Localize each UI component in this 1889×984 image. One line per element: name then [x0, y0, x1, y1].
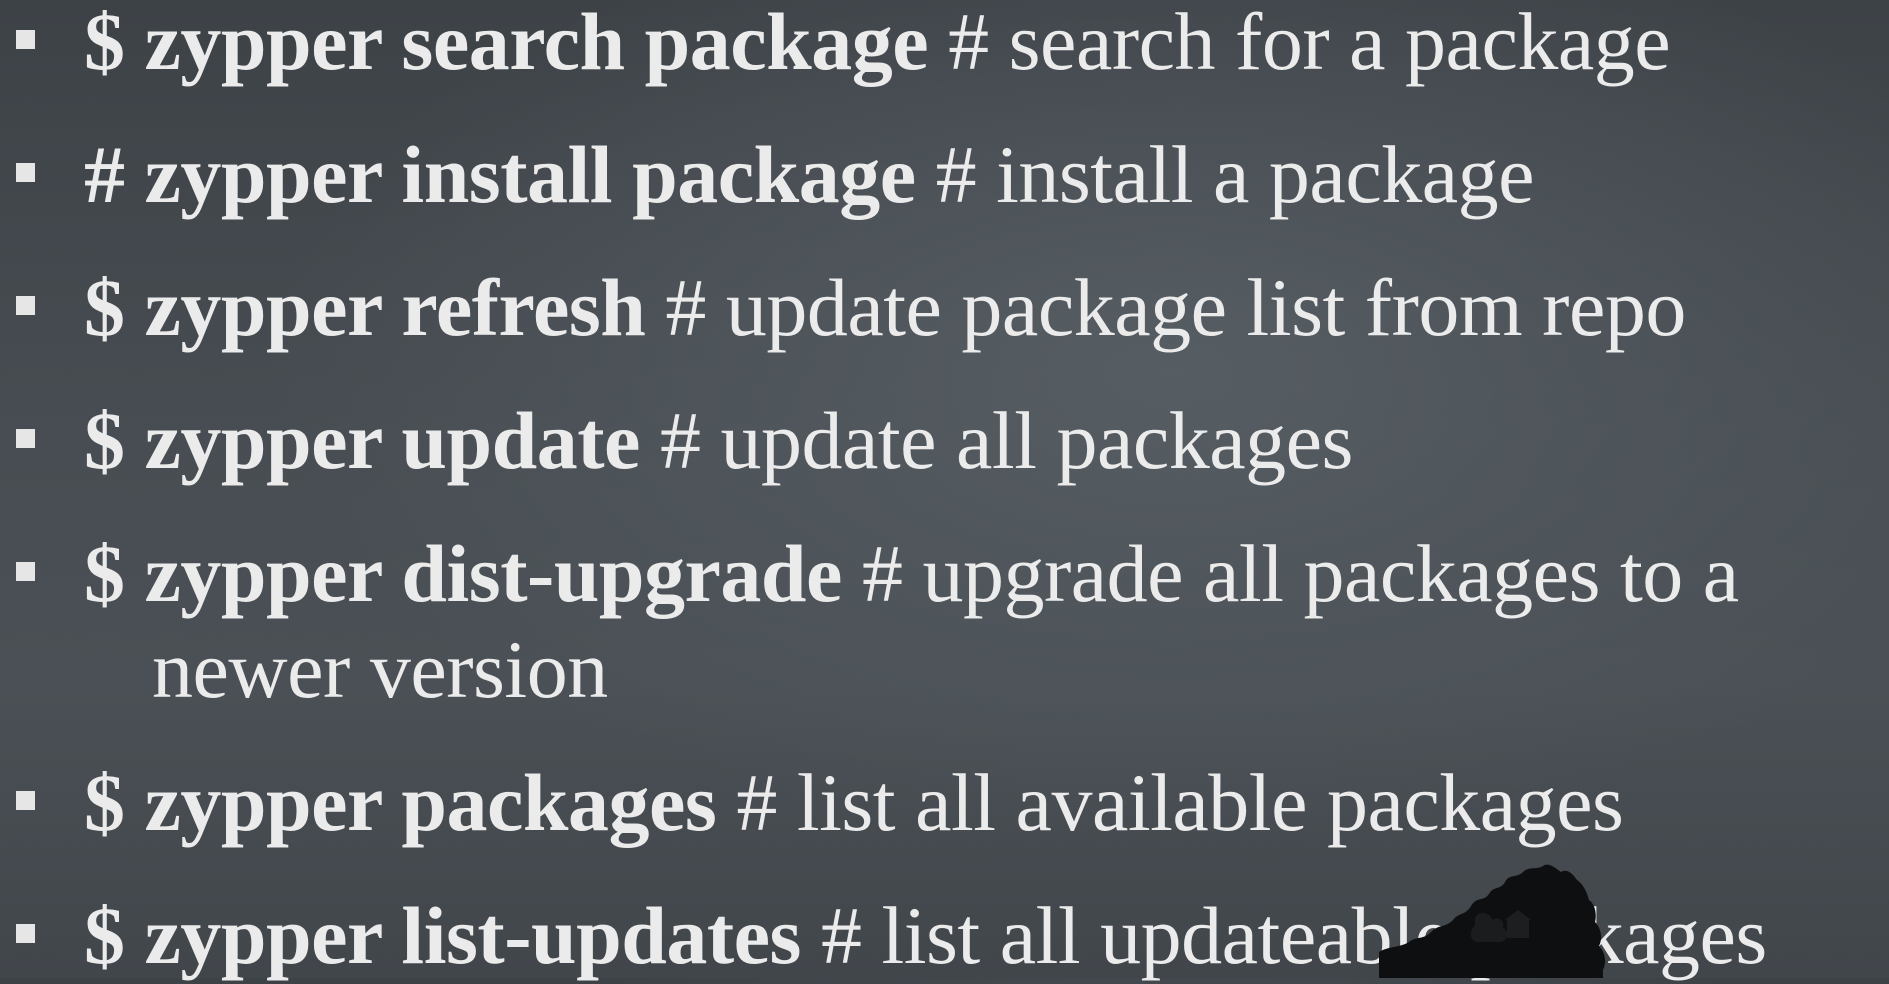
bullet-text: $ zypper refresh # update package list f…: [84, 260, 1686, 356]
square-bullet-icon: [16, 296, 35, 315]
command-text: $ zypper refresh: [84, 262, 646, 353]
bullet-continuation-text: newer version: [152, 624, 608, 715]
command-text: $ zypper search package: [84, 0, 929, 87]
square-bullet-icon: [16, 163, 35, 182]
comment-text: # search for a package: [928, 0, 1671, 87]
command-text: $ zypper update: [84, 395, 640, 486]
comment-text: # update package list from repo: [645, 262, 1686, 353]
command-text: # zypper install package: [84, 129, 916, 220]
comment-text: # list all updateable packages: [800, 890, 1767, 981]
command-text: $ zypper dist-upgrade: [84, 528, 842, 619]
bullet-text: $ zypper update # update all packages: [84, 393, 1353, 489]
bullet-text: $ zypper packages # list all available p…: [84, 755, 1624, 851]
square-bullet-icon: [16, 924, 35, 943]
slide: $ zypper search package # search for a p…: [0, 0, 1889, 981]
comment-text: # upgrade all packages to a: [841, 528, 1739, 619]
square-bullet-icon: [16, 791, 35, 810]
square-bullet-icon: [16, 562, 35, 581]
command-text: $ zypper packages: [84, 757, 717, 848]
bullet-text: $ zypper search package # search for a p…: [84, 0, 1671, 90]
bullet-text: $ zypper list-updates # list all updatea…: [84, 888, 1767, 984]
bullet-text: $ zypper dist-upgrade # upgrade all pack…: [84, 526, 1739, 622]
square-bullet-icon: [16, 30, 35, 49]
comment-text: # update all packages: [639, 395, 1354, 486]
comment-text: # list all available packages: [716, 757, 1624, 848]
square-bullet-icon: [16, 429, 35, 448]
comment-text: # install a package: [915, 129, 1535, 220]
bullet-text: # zypper install package # install a pac…: [84, 127, 1535, 223]
command-text: $ zypper list-updates: [84, 890, 801, 981]
